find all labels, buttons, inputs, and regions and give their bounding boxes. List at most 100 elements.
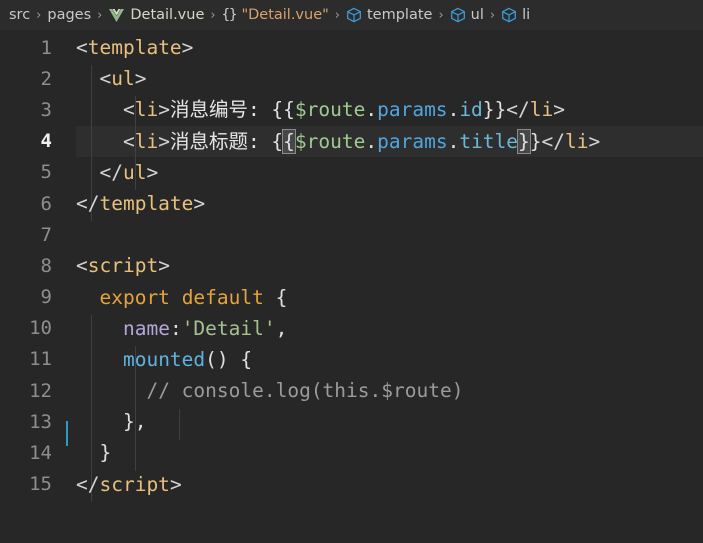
code-token: > <box>146 160 159 184</box>
code-token: name <box>122 316 170 340</box>
code-token: { <box>282 128 296 154</box>
breadcrumb-separator: › <box>489 7 496 23</box>
line-number: 4 <box>40 130 52 153</box>
code-line-content[interactable]: <script> <box>69 250 703 281</box>
code-token: li <box>134 129 159 153</box>
breadcrumb: src › pages › Detail.vue › {} "Detail.vue" › temp… <box>0 0 703 30</box>
code-token: < <box>76 67 112 91</box>
code-line-content[interactable]: export default { <box>69 282 703 313</box>
code-line[interactable]: 5 </ul> <box>0 157 703 188</box>
cube-icon <box>450 7 466 23</box>
code-token: template <box>99 191 194 215</box>
code-line[interactable]: 4 <li>消息标题: {{$route.params.title}}</li> <box>0 126 703 157</box>
line-number: 9 <box>40 286 52 309</box>
vue-logo-icon <box>108 8 125 23</box>
code-token: > <box>158 98 170 122</box>
code-line[interactable]: 14 } <box>0 437 703 468</box>
code-line-content[interactable]: // console.log(this.$route) <box>69 375 703 406</box>
line-number: 11 <box>29 348 52 371</box>
code-token: }} <box>482 98 507 122</box>
code-line-content[interactable]: </ul> <box>69 157 703 188</box>
cube-icon <box>346 7 362 23</box>
code-token: , <box>275 316 288 340</box>
line-number: 3 <box>40 98 52 121</box>
code-editor[interactable]: 1 <template> 2 <ul> 3 <li>消息编号: {{$route.pa… <box>0 30 703 543</box>
code-token: 消息标题: <box>169 129 272 153</box>
breadcrumb-item-label: li <box>522 7 531 23</box>
text-cursor <box>66 421 68 446</box>
breadcrumb-item-detail-vue[interactable]: {} "Detail.vue" <box>222 7 329 23</box>
code-token: script <box>87 254 159 278</box>
code-token: { <box>240 347 253 371</box>
code-token: : <box>169 316 182 340</box>
line-number: 1 <box>40 36 52 59</box>
code-token: > <box>181 36 194 59</box>
code-token: ul <box>111 67 135 91</box>
code-token: > <box>158 129 170 153</box>
code-line-content[interactable]: <li>消息标题: {{$route.params.title}}</li> <box>69 126 703 157</box>
code-token: > <box>553 98 565 122</box>
code-line-content[interactable]: <ul> <box>69 63 703 94</box>
code-token: params <box>377 98 448 122</box>
cube-icon <box>501 7 517 23</box>
breadcrumb-item-src[interactable]: src <box>9 7 30 23</box>
braces-icon: {} <box>221 7 238 23</box>
code-line[interactable]: 10 name:'Detail', <box>0 313 703 344</box>
code-token: }, <box>122 410 147 434</box>
code-line-content[interactable]: name:'Detail', <box>69 313 703 344</box>
code-token: < <box>76 254 88 278</box>
code-token: $route <box>294 129 366 153</box>
code-lines[interactable]: 1 <template> 2 <ul> 3 <li>消息编号: {{$route.pa… <box>0 30 703 500</box>
code-token: li <box>565 129 589 153</box>
breadcrumb-item-pages[interactable]: pages <box>47 7 91 23</box>
breadcrumb-item-detail-vue[interactable]: Detail.vue <box>108 7 204 23</box>
line-number: 15 <box>29 473 52 496</box>
code-line-content[interactable]: mounted() { <box>69 344 703 375</box>
code-token: { <box>275 285 288 309</box>
code-line-content[interactable]: </script> <box>69 469 703 500</box>
code-line[interactable]: 6 </template> <box>0 188 703 219</box>
code-line[interactable]: 15 </script> <box>0 469 703 500</box>
code-token: > <box>158 254 170 278</box>
breadcrumb-item-label: "Detail.vue" <box>241 7 329 23</box>
breadcrumb-item-ul[interactable]: ul <box>450 7 484 23</box>
breadcrumb-item-label: Detail.vue <box>130 7 205 23</box>
line-number: 12 <box>29 379 52 402</box>
code-line-content[interactable]: }, <box>69 406 703 437</box>
line-number: 5 <box>40 161 52 184</box>
code-token: </ <box>506 98 530 122</box>
code-line[interactable]: 12 // console.log(this.$route) <box>0 375 703 406</box>
breadcrumb-item-li[interactable]: li <box>501 7 530 23</box>
code-line[interactable]: 9 export default { <box>0 282 703 313</box>
breadcrumb-item-label: ul <box>470 7 484 23</box>
code-token: < <box>76 129 135 153</box>
code-line[interactable]: 13 }, <box>0 406 703 437</box>
code-token: li <box>134 98 159 122</box>
code-token: </ <box>76 160 123 184</box>
code-line[interactable]: 2 <ul> <box>0 63 703 94</box>
breadcrumb-item-template[interactable]: template <box>346 7 432 23</box>
code-token: </ <box>541 129 566 153</box>
code-token: // console.log(this.$route) <box>146 379 464 403</box>
code-line[interactable]: 8 <script> <box>0 250 703 281</box>
code-line-content[interactable]: } <box>69 437 703 468</box>
code-token: . <box>365 129 378 153</box>
line-number: 7 <box>40 223 52 246</box>
code-line[interactable]: 7 <box>0 219 703 250</box>
code-line[interactable]: 1 <template> <box>0 32 703 63</box>
code-line[interactable]: 3 <li>消息编号: {{$route.params.id}}</li> <box>0 94 703 125</box>
code-token: } <box>517 128 531 154</box>
code-line-content[interactable]: </template> <box>69 188 703 219</box>
code-line-content[interactable]: <li>消息编号: {{$route.params.id}}</li> <box>69 94 703 125</box>
code-token: } <box>99 441 112 465</box>
code-line[interactable]: 11 mounted() { <box>0 344 703 375</box>
code-line-content[interactable]: <template> <box>69 32 703 63</box>
line-number: 6 <box>40 192 52 215</box>
